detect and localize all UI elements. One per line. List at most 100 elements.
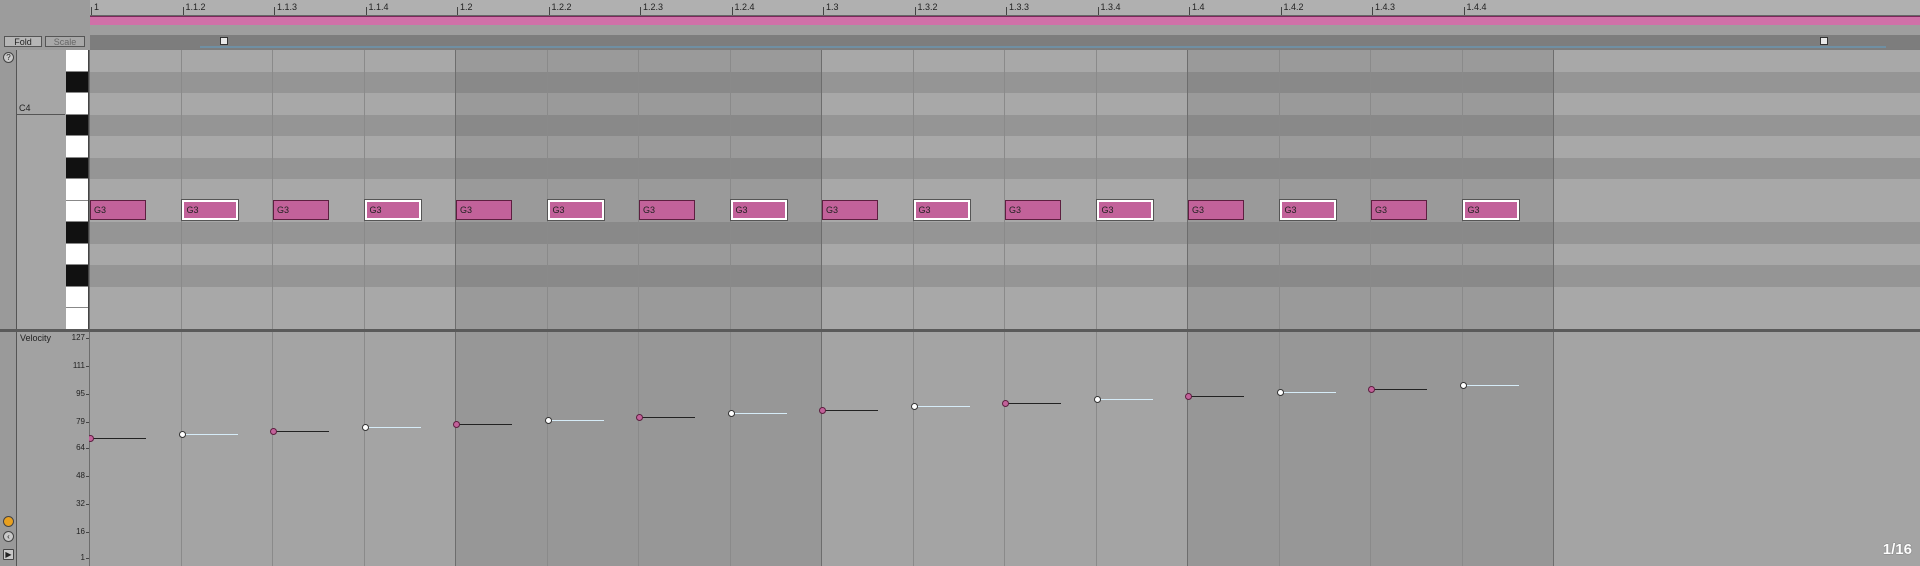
piano-black-key[interactable]	[66, 265, 88, 287]
midi-note[interactable]: G3	[1188, 199, 1244, 220]
velocity-stem[interactable]	[456, 423, 512, 425]
play-icon[interactable]: ▶	[3, 549, 14, 560]
piano-white-key[interactable]	[66, 179, 88, 201]
velocity-handle[interactable]	[89, 434, 94, 442]
midi-note[interactable]: G3	[639, 199, 695, 220]
ruler-tick	[1006, 7, 1007, 15]
grid-line	[180, 50, 182, 329]
piano-black-key[interactable]	[66, 114, 88, 136]
grid-line	[1461, 50, 1463, 329]
velocity-handle[interactable]	[1459, 382, 1467, 390]
velocity-stem[interactable]	[364, 427, 421, 429]
midi-note[interactable]: G3	[273, 199, 329, 220]
velocity-stem[interactable]	[1188, 395, 1244, 397]
midi-note[interactable]: G3	[1095, 198, 1154, 221]
velocity-stem[interactable]	[1279, 392, 1336, 394]
velocity-handle[interactable]	[544, 417, 552, 425]
grid-setting-label[interactable]: 1/16	[1883, 541, 1912, 558]
velocity-handle[interactable]	[636, 413, 643, 421]
ruler-label: 1.2.3	[643, 2, 664, 12]
velocity-stem[interactable]	[181, 434, 238, 436]
velocity-handle[interactable]	[178, 431, 186, 439]
ruler-tick	[91, 7, 92, 15]
ruler-label: 1.3.3	[1009, 2, 1030, 12]
piano-white-key[interactable]	[66, 286, 88, 308]
midi-note[interactable]: G3	[1461, 198, 1520, 221]
marker-row[interactable]	[90, 35, 1920, 49]
velocity-lane[interactable]	[89, 332, 1920, 566]
preview-icon[interactable]: ?	[3, 52, 14, 63]
piano-white-key[interactable]	[66, 308, 88, 330]
back-icon[interactable]: ‹	[3, 531, 14, 542]
velocity-handle[interactable]	[270, 427, 277, 435]
note-grid[interactable]: G3 G3 G3 G3 G3 G3 G3 G3 G3 G3 G3 G3 G3 G3 G3 G3	[89, 50, 1920, 329]
velocity-handle[interactable]	[910, 403, 918, 411]
ruler-label: 1.2.2	[551, 2, 572, 12]
beat-time-ruler[interactable]: 1 1.1.2 1.1.3 1.1.4 1.2 1.2.2 1.2.3 1.2.4 1.3 1.3…	[90, 0, 1920, 16]
grid-line	[1553, 332, 1554, 566]
piano-black-key[interactable]	[66, 157, 88, 179]
midi-note[interactable]: G3	[363, 198, 422, 221]
velocity-stem[interactable]	[1096, 399, 1153, 401]
piano-white-key[interactable]	[66, 243, 88, 265]
velocity-stem[interactable]	[822, 409, 878, 411]
velocity-handle[interactable]	[727, 410, 735, 418]
ruler-tick	[1280, 7, 1282, 15]
grid-line	[546, 50, 548, 329]
grid-line	[455, 332, 456, 566]
velocity-stem[interactable]	[547, 420, 604, 422]
midi-note[interactable]: G3	[729, 198, 788, 221]
midi-note[interactable]: G3	[546, 198, 605, 221]
loop-brace-area[interactable]	[90, 25, 1920, 35]
velocity-scale-label: 95	[76, 388, 85, 398]
loop-range-line[interactable]	[200, 46, 1886, 48]
grid-line	[912, 332, 914, 566]
grid-line	[89, 50, 90, 329]
velocity-scale-label: 16	[76, 526, 85, 536]
velocity-stem[interactable]	[1371, 388, 1427, 390]
grid-line	[729, 50, 731, 329]
velocity-handle[interactable]	[361, 424, 369, 432]
midi-note[interactable]: G3	[822, 199, 878, 220]
piano-white-key[interactable]	[66, 93, 88, 115]
velocity-stem[interactable]	[913, 406, 970, 408]
piano-black-key[interactable]	[66, 222, 88, 244]
c4-label: C4	[19, 103, 31, 113]
piano-black-key[interactable]	[66, 71, 88, 93]
velocity-handle[interactable]	[819, 406, 826, 414]
velocity-handle[interactable]	[1093, 396, 1101, 404]
ruler-tick	[182, 7, 184, 15]
midi-note[interactable]: G3	[180, 198, 239, 221]
midi-note[interactable]: G3	[456, 199, 512, 220]
end-marker-icon[interactable]	[1820, 37, 1828, 45]
velocity-stem[interactable]	[1005, 402, 1061, 404]
piano-white-key[interactable]	[66, 200, 88, 222]
velocity-handle[interactable]	[1002, 399, 1009, 407]
midi-note[interactable]: G3	[1278, 198, 1337, 221]
midi-note[interactable]: G3	[1005, 199, 1061, 220]
grid-line	[638, 332, 639, 566]
velocity-stem[interactable]	[730, 413, 787, 415]
velocity-handle[interactable]	[1368, 385, 1375, 393]
c4-marker-line	[17, 114, 65, 115]
ruler-label: 1.1.3	[277, 2, 298, 12]
velocity-handle[interactable]	[1185, 392, 1192, 400]
piano-keyboard[interactable]	[66, 50, 89, 330]
draw-mode-icon[interactable]	[3, 516, 14, 527]
piano-white-key[interactable]	[66, 136, 88, 158]
velocity-handle[interactable]	[453, 420, 460, 428]
midi-note[interactable]: G3	[912, 198, 971, 221]
velocity-handle[interactable]	[1276, 389, 1284, 397]
piano-white-key[interactable]	[66, 50, 88, 72]
velocity-stem[interactable]	[1462, 385, 1519, 387]
midi-note[interactable]: G3	[1371, 199, 1427, 220]
velocity-stem[interactable]	[90, 437, 146, 439]
scale-button[interactable]: Scale	[45, 36, 85, 47]
fold-button[interactable]: Fold	[4, 36, 42, 47]
start-marker-icon[interactable]	[220, 37, 228, 45]
velocity-stem[interactable]	[273, 430, 329, 432]
grid-line	[272, 332, 273, 566]
key-panel	[17, 50, 73, 329]
midi-note[interactable]: G3	[90, 199, 146, 220]
velocity-stem[interactable]	[639, 416, 695, 418]
